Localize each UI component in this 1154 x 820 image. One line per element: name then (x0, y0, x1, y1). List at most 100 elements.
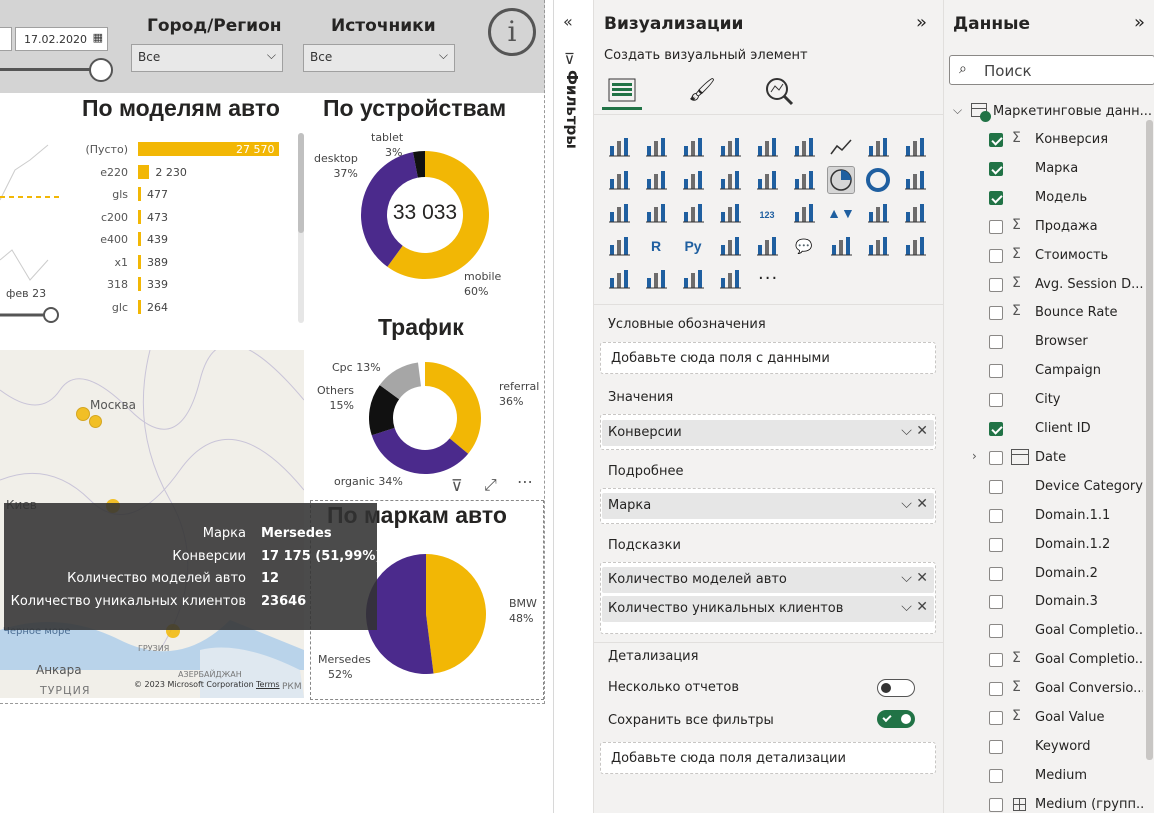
field-item[interactable]: Domain.2 (944, 560, 1144, 589)
field-item[interactable]: Keyword (944, 733, 1144, 762)
date-to-input[interactable]: 17.02.2020 ▦ (15, 27, 108, 51)
python-visual-icon[interactable]: Py (680, 233, 706, 259)
brands-pie[interactable] (366, 554, 486, 674)
more-visuals-icon[interactable]: ··· (758, 268, 778, 289)
bar[interactable] (138, 209, 141, 224)
gauge-icon[interactable] (717, 200, 743, 226)
field-item[interactable]: Σ Avg. Session D... (944, 271, 1144, 300)
pie-icon[interactable] (827, 166, 855, 194)
field-checkbox[interactable] (989, 277, 1003, 292)
custom-1-icon[interactable] (680, 266, 706, 292)
field-item[interactable]: Domain.1.1 (944, 502, 1144, 531)
bar[interactable] (138, 187, 141, 201)
data-scrollbar[interactable] (1146, 120, 1153, 760)
field-checkbox[interactable] (989, 306, 1003, 321)
search-input[interactable]: ⌕ Поиск (949, 55, 1154, 85)
chevron-close-icon[interactable]: ⌵ ✕ (901, 496, 928, 512)
field-item[interactable]: Σ Конверсия (944, 126, 1144, 155)
slice-BMW[interactable] (426, 554, 486, 674)
stacked-column-icon[interactable] (643, 134, 669, 160)
field-checkbox[interactable] (989, 479, 1003, 494)
stacked-area-icon[interactable] (902, 134, 928, 160)
tooltip-field-pill[interactable]: Количество уникальных клиентов ⌵ ✕ (602, 596, 934, 622)
field-checkbox[interactable] (989, 190, 1003, 205)
field-item[interactable]: Browser (944, 328, 1144, 357)
slice-referral[interactable] (425, 362, 481, 454)
report-canvas[interactable]: 17.02.2020 ▦ Город/Регион Все ⌵ Источник… (0, 0, 545, 704)
field-checkbox[interactable] (989, 768, 1003, 783)
map-bubble[interactable] (89, 415, 102, 428)
field-item[interactable]: Medium (групп... (944, 791, 1144, 820)
expand-filters-icon[interactable]: « (563, 12, 573, 31)
date-from-input[interactable] (0, 27, 12, 51)
kpi-icon[interactable]: ▲▼ (827, 200, 855, 226)
more-options-icon[interactable]: ⋯ (517, 472, 533, 491)
ribbon-icon[interactable] (680, 167, 706, 193)
field-checkbox[interactable] (989, 393, 1003, 408)
field-item[interactable]: Σ Продажа (944, 213, 1144, 242)
keep-filters-toggle[interactable] (877, 710, 915, 728)
details-field-pill[interactable]: Марка ⌵ ✕ (602, 493, 934, 519)
tooltip-field-pill[interactable]: Количество моделей авто ⌵ ✕ (602, 567, 934, 593)
table-icon[interactable] (902, 200, 928, 226)
focus-mode-icon[interactable]: ⤢ (484, 475, 497, 495)
line-column-icon[interactable] (606, 167, 632, 193)
field-item[interactable]: Domain.1.2 (944, 531, 1144, 560)
field-item[interactable]: Σ Goal Conversio... (944, 675, 1144, 704)
field-checkbox[interactable] (989, 797, 1003, 812)
donut-icon[interactable] (865, 167, 891, 193)
clustered-bar-icon[interactable] (680, 134, 706, 160)
field-item[interactable]: Σ Bounce Rate (944, 299, 1144, 328)
collapse-table-icon[interactable]: ⌵ (953, 103, 962, 118)
field-checkbox[interactable] (989, 219, 1003, 234)
line-clustered-icon[interactable] (643, 167, 669, 193)
field-item[interactable]: › Date (944, 444, 1144, 473)
field-item[interactable]: Σ Goal Completio... (944, 646, 1144, 675)
key-influencers-icon[interactable] (717, 233, 743, 259)
custom-2-icon[interactable] (717, 266, 743, 292)
field-checkbox[interactable] (989, 335, 1003, 350)
power-automate-icon[interactable] (643, 266, 669, 292)
field-checkbox[interactable] (989, 537, 1003, 552)
field-checkbox[interactable] (989, 566, 1003, 581)
drill-well[interactable]: Добавьте сюда поля детализации (600, 742, 936, 774)
build-visual-tab[interactable] (602, 72, 642, 110)
field-checkbox[interactable] (989, 711, 1003, 725)
field-checkbox[interactable] (989, 422, 1003, 436)
filter-icon[interactable]: ⊽ (451, 476, 463, 495)
field-item[interactable]: Client ID (944, 415, 1144, 444)
cross-report-toggle[interactable] (877, 679, 915, 697)
100-column-icon[interactable] (791, 134, 817, 160)
r-visual-icon[interactable]: R (643, 233, 669, 259)
field-item[interactable]: Σ Стоимость (944, 242, 1144, 271)
format-brush-icon[interactable]: 🖌 (688, 78, 716, 103)
field-checkbox[interactable] (989, 161, 1003, 176)
narrative-icon[interactable] (828, 233, 854, 259)
models-scrollbar[interactable] (298, 133, 304, 323)
filters-pane-collapsed[interactable]: « ⊽ Фильтры (553, 0, 593, 813)
map-terms-link[interactable]: Terms (256, 680, 280, 689)
bar[interactable] (138, 299, 141, 314)
paginated-icon[interactable] (902, 233, 928, 259)
chevron-close-icon[interactable]: ⌵ ✕ (901, 599, 928, 615)
field-item[interactable]: Goal Completio... (944, 617, 1144, 646)
bar[interactable] (138, 164, 150, 179)
waterfall-icon[interactable] (717, 167, 743, 193)
info-icon[interactable]: i (488, 8, 536, 56)
filled-map-icon[interactable] (643, 200, 669, 226)
field-checkbox[interactable] (989, 624, 1003, 639)
bar[interactable] (138, 232, 141, 246)
field-checkbox[interactable] (989, 450, 1003, 465)
100-bar-icon[interactable] (754, 134, 780, 160)
field-checkbox[interactable] (989, 682, 1003, 697)
field-item[interactable]: City (944, 386, 1144, 415)
metrics-icon[interactable] (865, 233, 891, 259)
field-checkbox[interactable] (989, 248, 1003, 263)
area-icon[interactable] (865, 134, 891, 160)
line-icon[interactable] (828, 134, 854, 160)
source-dropdown[interactable]: Все ⌵ (303, 44, 455, 72)
chevron-close-icon[interactable]: ⌵ ✕ (901, 570, 928, 586)
collapse-data-icon[interactable]: » (1134, 12, 1145, 33)
clustered-column-icon[interactable] (717, 134, 743, 160)
values-field-pill[interactable]: Конверсии ⌵ ✕ (602, 420, 934, 446)
